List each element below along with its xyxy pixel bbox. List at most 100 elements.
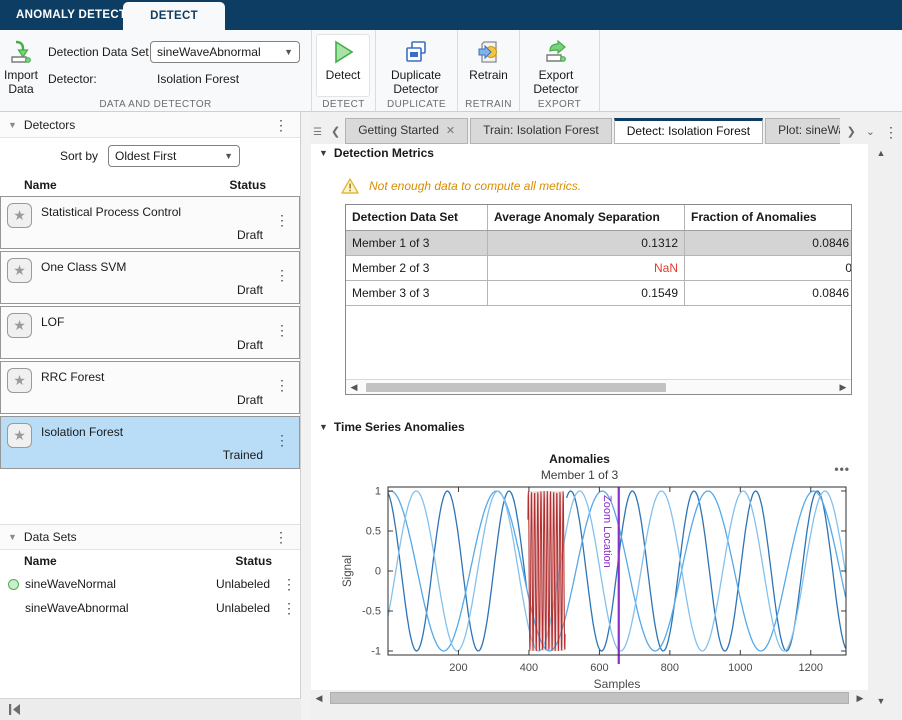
- row-menu-icon[interactable]: ⋮: [271, 270, 293, 280]
- detectors-panel-menu-icon[interactable]: ⋮: [270, 120, 292, 130]
- scroll-tabs-left-icon[interactable]: ❮: [326, 120, 345, 144]
- dataset-row-sinewaveabnormal[interactable]: sineWaveAbnormal Unlabeled ⋮: [0, 596, 300, 620]
- retrain-button[interactable]: Retrain: [462, 34, 515, 97]
- datasets-panel-header[interactable]: ▼ Data Sets ⋮: [0, 524, 300, 550]
- scrollbar-thumb[interactable]: [330, 692, 849, 704]
- detect-button[interactable]: Detect: [316, 34, 370, 97]
- scroll-left-icon[interactable]: ◀: [311, 693, 327, 704]
- metrics-table: Detection Data Set Average Anomaly Separ…: [345, 204, 852, 395]
- collapse-panel-icon[interactable]: [8, 703, 21, 716]
- scroll-right-icon[interactable]: ▶: [852, 693, 868, 704]
- detector-status: Draft: [237, 283, 263, 297]
- cell-fraction: 0: [845, 256, 851, 280]
- detectors-panel-header[interactable]: ▼ Detectors ⋮: [0, 112, 300, 138]
- table-row-member-2[interactable]: Member 2 of 3 NaN 0: [346, 256, 851, 281]
- row-menu-icon[interactable]: ⋮: [271, 435, 293, 445]
- cell-separation-nan: NaN: [488, 256, 685, 280]
- chart-subtitle: Member 1 of 3: [311, 468, 848, 482]
- tab-plot-sinewave[interactable]: Plot: sineWa: [765, 118, 839, 144]
- tab-getting-started[interactable]: Getting Started ✕: [345, 118, 468, 144]
- panel-splitter[interactable]: [301, 112, 311, 720]
- tab-train-isolation-forest[interactable]: Train: Isolation Forest: [470, 118, 612, 144]
- tab-detect[interactable]: DETECT: [123, 2, 225, 30]
- sort-by-label: Sort by: [60, 149, 98, 163]
- detection-data-set-combo[interactable]: sineWaveAbnormal ▼: [150, 41, 300, 63]
- detector-status: Draft: [237, 338, 263, 352]
- ribbon-group-data-and-detector: Import Data Detection Data Set sineWaveA…: [0, 30, 312, 111]
- left-panel-statusbar: [0, 698, 301, 720]
- detector-status: Trained: [223, 448, 263, 462]
- export-detector-button[interactable]: Export Detector: [524, 34, 588, 97]
- sort-order-combo[interactable]: Oldest First ▼: [108, 145, 240, 167]
- section-collapse-icon: ▼: [319, 148, 328, 158]
- scroll-tabs-right-icon[interactable]: ❯: [842, 120, 861, 144]
- dataset-active-marker-icon: [8, 579, 19, 590]
- favorite-star-icon[interactable]: ★: [7, 258, 32, 283]
- row-menu-icon[interactable]: ⋮: [271, 215, 293, 225]
- row-menu-icon[interactable]: ⋮: [278, 579, 300, 589]
- svg-text:400: 400: [520, 662, 538, 674]
- favorite-star-icon[interactable]: ★: [7, 203, 32, 228]
- detector-row-statistical-process-control[interactable]: ★ Statistical Process Control Draft ⋮: [0, 196, 300, 249]
- detection-metrics-header[interactable]: ▼ Detection Metrics: [311, 146, 434, 160]
- ribbon-spacer: [600, 30, 902, 111]
- dataset-status: Unlabeled: [216, 601, 270, 615]
- duplicate-detector-button[interactable]: Duplicate Detector: [380, 34, 452, 97]
- table-row-member-3[interactable]: Member 3 of 3 0.1549 0.0846: [346, 281, 851, 306]
- header-average-anomaly-separation: Average Anomaly Separation: [488, 205, 685, 230]
- favorite-star-icon[interactable]: ★: [7, 313, 32, 338]
- table-horizontal-scrollbar[interactable]: ◀ ▶: [346, 379, 851, 394]
- detector-name: Statistical Process Control: [41, 205, 181, 219]
- tab-label: Plot: sineWa: [778, 123, 839, 137]
- tab-detect-isolation-forest[interactable]: Detect: Isolation Forest: [614, 118, 763, 144]
- metrics-table-header: Detection Data Set Average Anomaly Separ…: [346, 205, 851, 231]
- plot-xlabel: Samples: [594, 677, 641, 690]
- cell-member: Member 2 of 3: [346, 256, 488, 280]
- time-series-anomalies-header[interactable]: ▼ Time Series Anomalies: [311, 420, 465, 434]
- svg-text:1200: 1200: [799, 662, 823, 674]
- scroll-left-icon[interactable]: ◀: [346, 382, 362, 393]
- cell-separation: 0.1549: [488, 281, 685, 305]
- scroll-down-icon[interactable]: ▼: [872, 696, 890, 706]
- tab-overflow-icon[interactable]: ⌄: [861, 120, 880, 144]
- favorite-star-icon[interactable]: ★: [7, 423, 32, 448]
- chart-options-icon[interactable]: •••: [834, 462, 850, 476]
- import-data-icon: [8, 39, 34, 65]
- row-menu-icon[interactable]: ⋮: [271, 325, 293, 335]
- detector-row-lof[interactable]: ★ LOF Draft ⋮: [0, 306, 300, 359]
- scrollbar-thumb[interactable]: [366, 383, 666, 392]
- detector-row-isolation-forest[interactable]: ★ Isolation Forest Trained ⋮: [0, 416, 300, 469]
- dataset-row-sinewavenormal[interactable]: sineWaveNormal Unlabeled ⋮: [0, 572, 300, 596]
- ribbon-group-export: Export Detector EXPORT: [520, 30, 600, 111]
- svg-text:-0.5: -0.5: [362, 606, 381, 618]
- detector-label: Detector:: [48, 72, 150, 86]
- tab-list-icon[interactable]: ☰: [311, 122, 326, 144]
- document-tabbar: ☰ ❮ Getting Started ✕ Train: Isolation Fo…: [311, 118, 902, 144]
- time-series-anomalies-title: Time Series Anomalies: [334, 420, 465, 434]
- table-row-member-1[interactable]: Member 1 of 3 0.1312 0.0846: [346, 231, 851, 256]
- scroll-up-icon[interactable]: ▲: [872, 148, 890, 158]
- close-tab-icon[interactable]: ✕: [446, 125, 455, 137]
- column-name: Name: [24, 554, 235, 568]
- detector-row-one-class-svm[interactable]: ★ One Class SVM Draft ⋮: [0, 251, 300, 304]
- detector-row-rrc-forest[interactable]: ★ RRC Forest Draft ⋮: [0, 361, 300, 414]
- tab-label: Detect: Isolation Forest: [627, 124, 750, 138]
- ribbon-group-duplicate: Duplicate Detector DUPLICATE: [376, 30, 458, 111]
- favorite-star-icon[interactable]: ★: [7, 368, 32, 393]
- tabbar-menu-icon[interactable]: ⋮: [880, 120, 902, 144]
- detector-value: Isolation Forest: [150, 72, 300, 86]
- column-status: Status: [235, 554, 272, 568]
- tab-label: Getting Started: [358, 123, 439, 137]
- main-horizontal-scrollbar[interactable]: ◀ ▶: [311, 690, 868, 706]
- main-vertical-scrollbar[interactable]: ▲ ▼: [872, 148, 890, 706]
- detector-name: LOF: [41, 315, 64, 329]
- row-menu-icon[interactable]: ⋮: [278, 603, 300, 613]
- import-data-button[interactable]: Import Data: [4, 34, 38, 97]
- datasets-panel-menu-icon[interactable]: ⋮: [270, 532, 292, 542]
- detection-data-set-value: sineWaveAbnormal: [157, 45, 284, 59]
- scroll-right-icon[interactable]: ▶: [835, 382, 851, 393]
- row-menu-icon[interactable]: ⋮: [271, 380, 293, 390]
- detection-data-set-label: Detection Data Set: [48, 45, 150, 59]
- cell-fraction: 0.0846: [812, 281, 849, 305]
- warning-text: Not enough data to compute all metrics.: [369, 179, 581, 193]
